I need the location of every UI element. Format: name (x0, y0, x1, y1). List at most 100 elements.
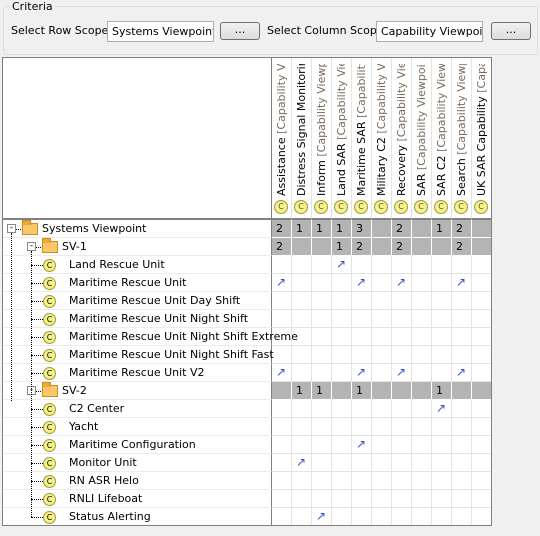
matrix-cell[interactable] (372, 382, 392, 400)
dependency-cell[interactable]: ↗ (452, 274, 472, 292)
matrix-cell[interactable] (312, 274, 332, 292)
table-row[interactable]: C Maritime Rescue Unit Night Shift Extrem… (3, 328, 491, 346)
dependency-cell[interactable]: ↗ (352, 364, 372, 382)
matrix-cell[interactable] (332, 346, 352, 364)
row-scope-field[interactable]: Systems Viewpoint (107, 21, 214, 42)
matrix-cell[interactable] (452, 346, 472, 364)
column-header[interactable]: Recovery [Capability View... C (392, 58, 412, 220)
column-header[interactable]: Distress Signal Monitoring ... C (292, 58, 312, 220)
matrix-cell[interactable] (352, 490, 372, 508)
table-row[interactable]: C Maritime Rescue Unit Day Shift (3, 292, 491, 310)
matrix-cell[interactable] (392, 256, 412, 274)
column-header[interactable]: UK SAR Capability [Capabil... C (472, 58, 491, 220)
matrix-cell[interactable] (472, 490, 491, 508)
matrix-cell[interactable]: 1 (312, 220, 332, 238)
matrix-cell[interactable] (392, 328, 412, 346)
dependency-cell[interactable]: ↗ (452, 364, 472, 382)
matrix-cell[interactable] (432, 490, 452, 508)
matrix-cell[interactable] (392, 436, 412, 454)
matrix-cell[interactable] (412, 490, 432, 508)
matrix-cell[interactable] (372, 310, 392, 328)
matrix-cell[interactable] (392, 472, 412, 490)
matrix-cell[interactable] (272, 346, 292, 364)
matrix-cell[interactable] (272, 400, 292, 418)
table-row[interactable]: C C2 Center ↗ (3, 400, 491, 418)
matrix-cell[interactable] (452, 454, 472, 472)
column-header[interactable]: SAR C2 [Capability Viewpo... C (432, 58, 452, 220)
matrix-cell[interactable] (292, 400, 312, 418)
matrix-cell[interactable] (472, 256, 491, 274)
matrix-cell[interactable] (372, 472, 392, 490)
matrix-cell[interactable] (312, 454, 332, 472)
column-scope-field[interactable]: Capability Viewpoint (376, 21, 483, 42)
matrix-cell[interactable] (412, 418, 432, 436)
matrix-cell[interactable] (312, 256, 332, 274)
matrix-cell[interactable]: 1 (432, 382, 452, 400)
matrix-cell[interactable] (352, 256, 372, 274)
matrix-cell[interactable] (272, 418, 292, 436)
row-header[interactable]: - Systems Viewpoint (3, 220, 272, 238)
matrix-cell[interactable] (392, 310, 412, 328)
matrix-cell[interactable] (472, 382, 491, 400)
matrix-cell[interactable] (292, 238, 312, 256)
column-header[interactable]: Military C2 [Capability Vie... C (372, 58, 392, 220)
matrix-cell[interactable]: 1 (432, 220, 452, 238)
matrix-cell[interactable] (472, 346, 491, 364)
matrix-cell[interactable] (472, 454, 491, 472)
column-header[interactable]: Inform [Capability Viewpoi... C (312, 58, 332, 220)
matrix-cell[interactable] (472, 310, 491, 328)
matrix-cell[interactable] (292, 436, 312, 454)
matrix-cell[interactable] (452, 292, 472, 310)
dependency-cell[interactable]: ↗ (352, 436, 372, 454)
matrix-cell[interactable]: 1 (332, 238, 352, 256)
matrix-cell[interactable] (432, 508, 452, 525)
table-row[interactable]: C RNLI Lifeboat (3, 490, 491, 508)
matrix-cell[interactable] (412, 328, 432, 346)
matrix-cell[interactable] (372, 508, 392, 525)
dependency-cell[interactable]: ↗ (272, 364, 292, 382)
dependency-cell[interactable]: ↗ (272, 274, 292, 292)
table-row[interactable]: - SV-2 1 1 1 1 (3, 382, 491, 400)
matrix-cell[interactable] (432, 238, 452, 256)
matrix-cell[interactable] (432, 256, 452, 274)
matrix-cell[interactable] (332, 364, 352, 382)
matrix-cell[interactable] (392, 454, 412, 472)
matrix-cell[interactable] (272, 508, 292, 525)
table-row[interactable]: C Yacht (3, 418, 491, 436)
matrix-cell[interactable] (412, 238, 432, 256)
matrix-cell[interactable] (312, 472, 332, 490)
matrix-cell[interactable]: 1 (352, 382, 372, 400)
matrix-cell[interactable] (312, 490, 332, 508)
matrix-cell[interactable] (452, 310, 472, 328)
matrix-cell[interactable] (392, 490, 412, 508)
matrix-cell[interactable] (472, 220, 491, 238)
matrix-cell[interactable] (412, 310, 432, 328)
matrix-cell[interactable] (332, 274, 352, 292)
collapse-toggle-icon[interactable]: - (27, 242, 36, 251)
matrix-cell[interactable] (432, 436, 452, 454)
matrix-cell[interactable] (432, 310, 452, 328)
matrix-cell[interactable] (332, 400, 352, 418)
matrix-cell[interactable] (272, 256, 292, 274)
matrix-cell[interactable] (472, 274, 491, 292)
matrix-cell[interactable] (432, 454, 452, 472)
matrix-cell[interactable] (432, 346, 452, 364)
matrix-cell[interactable] (272, 292, 292, 310)
matrix-cell[interactable] (472, 436, 491, 454)
matrix-cell[interactable] (472, 400, 491, 418)
matrix-cell[interactable] (352, 508, 372, 525)
row-header[interactable]: - SV-1 (3, 238, 272, 256)
table-row[interactable]: C RN ASR Helo (3, 472, 491, 490)
matrix-cell[interactable] (352, 310, 372, 328)
matrix-cell[interactable] (352, 328, 372, 346)
column-scope-browse-button[interactable]: ... (491, 22, 531, 40)
matrix-cell[interactable] (272, 310, 292, 328)
row-header[interactable]: C C2 Center (3, 400, 272, 418)
matrix-cell[interactable] (292, 490, 312, 508)
dependency-cell[interactable]: ↗ (352, 274, 372, 292)
matrix-cell[interactable]: 1 (332, 220, 352, 238)
matrix-cell[interactable] (472, 292, 491, 310)
matrix-cell[interactable] (272, 472, 292, 490)
row-header[interactable]: C Maritime Rescue Unit Night Shift Extrem… (3, 328, 298, 346)
matrix-cell[interactable] (372, 220, 392, 238)
